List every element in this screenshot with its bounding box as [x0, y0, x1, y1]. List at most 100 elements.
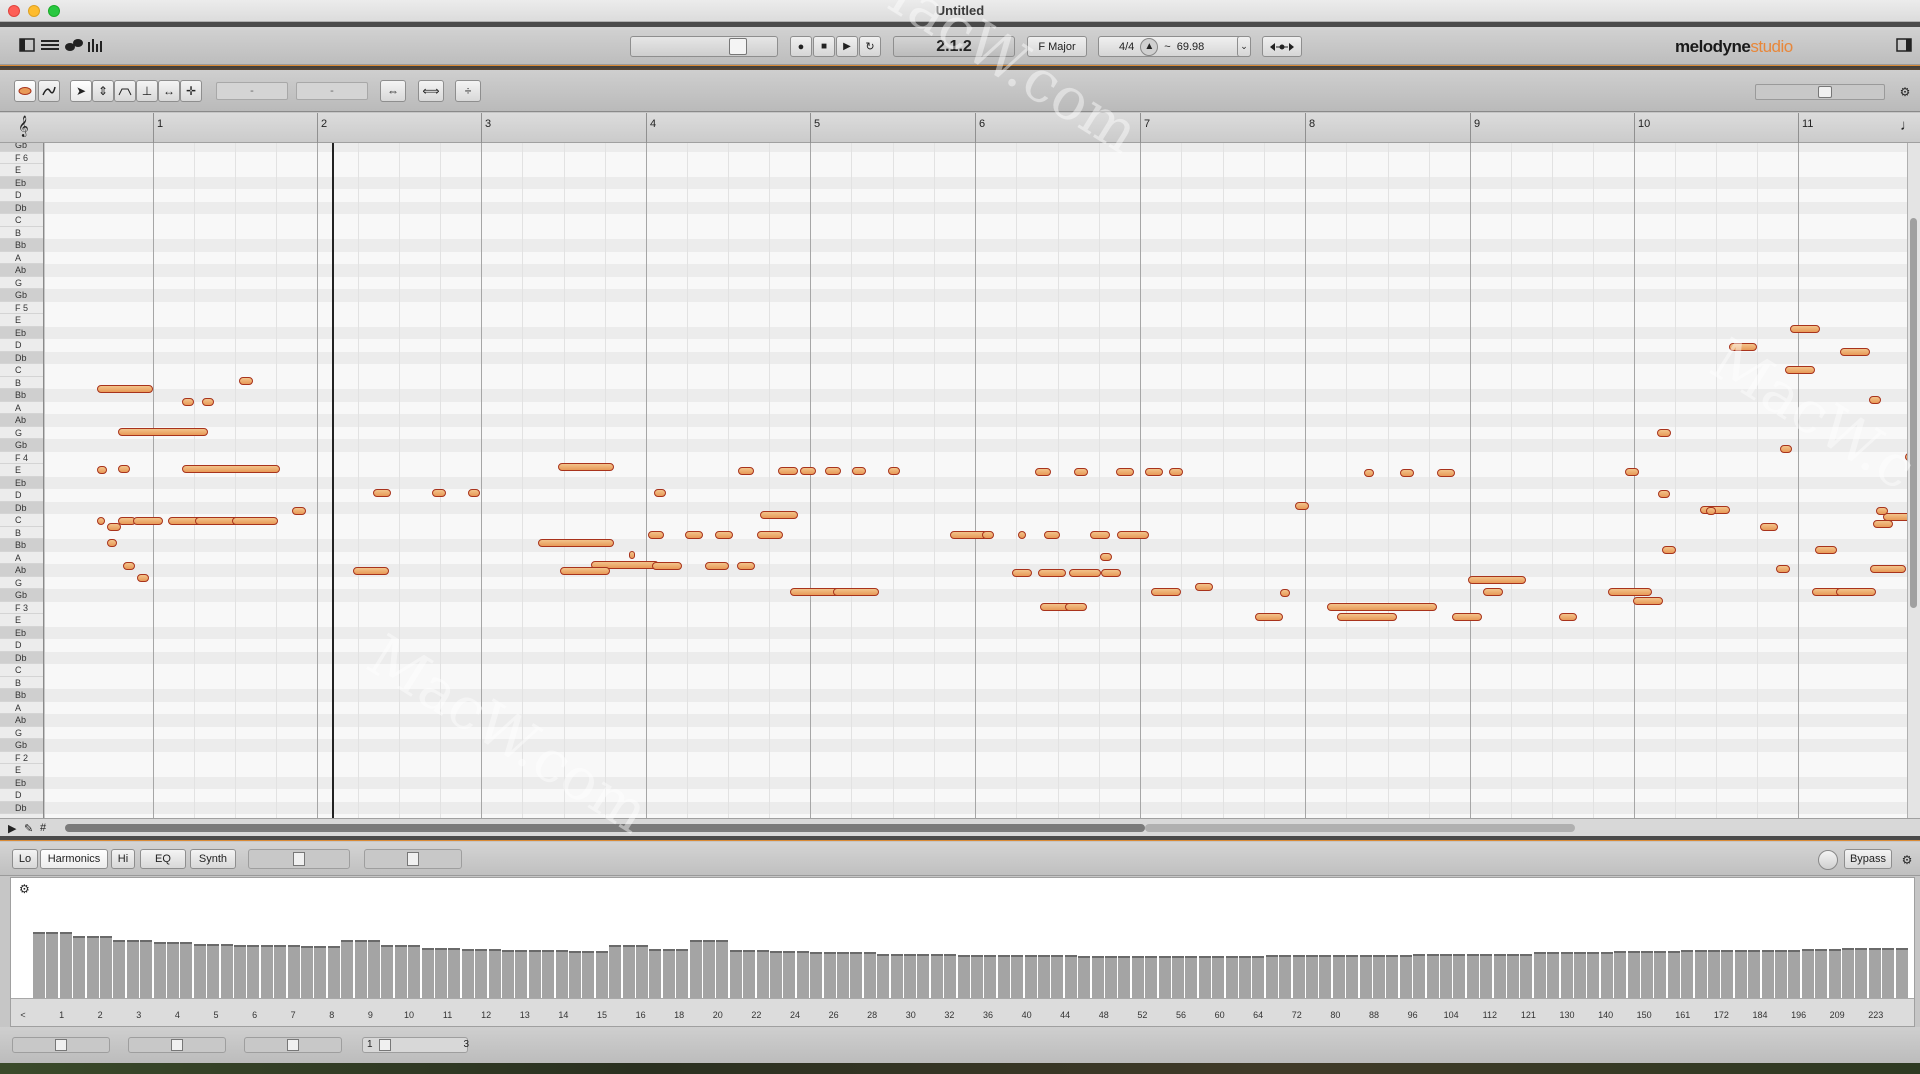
pitch-key[interactable]: Eb [0, 176, 43, 189]
harmonic-bar[interactable] [542, 950, 555, 998]
pitch-key[interactable]: Eb [0, 776, 43, 789]
note-blob[interactable] [232, 517, 278, 525]
harmonic-bar[interactable] [1775, 950, 1787, 998]
pitch-key[interactable]: G [0, 427, 43, 439]
ruler-bar-number[interactable]: 2 [321, 118, 327, 130]
harmonic-bar[interactable] [100, 936, 112, 998]
harmonic-bar[interactable] [863, 952, 876, 998]
note-blob[interactable] [1876, 507, 1888, 515]
ruler-bar-number[interactable]: 1 [157, 118, 163, 130]
note-blob[interactable] [123, 562, 135, 570]
harmonic-bar[interactable] [1145, 956, 1158, 998]
harmonic-bar[interactable] [609, 945, 622, 998]
harmonic-bar[interactable] [421, 948, 434, 998]
harmonic-mode-thumb[interactable] [293, 852, 305, 866]
harmonic-filter-thumb[interactable] [407, 852, 419, 866]
pitch-key[interactable]: E [0, 614, 43, 627]
note-blob[interactable] [778, 467, 798, 475]
ruler-bar-number[interactable]: 3 [485, 118, 491, 130]
harmonic-bar[interactable] [1627, 951, 1640, 998]
note-blob[interactable] [1116, 468, 1134, 476]
note-blob[interactable] [1280, 589, 1290, 597]
harmonic-bar[interactable] [1453, 954, 1466, 998]
ruler-bar-number[interactable]: 8 [1309, 118, 1315, 130]
harmonic-bar[interactable] [327, 946, 340, 998]
panel-separator[interactable] [0, 836, 1920, 841]
harmonic-bar[interactable] [1493, 954, 1506, 998]
note-blob[interactable] [1836, 588, 1876, 596]
harmonic-bar[interactable] [354, 940, 367, 998]
note-blob[interactable] [292, 507, 306, 515]
pitch-key[interactable]: Ab [0, 564, 43, 577]
pitch-key[interactable]: Gb [0, 739, 43, 752]
note-blob[interactable] [888, 467, 900, 475]
pitch-tool-icon[interactable]: ⇕ [92, 80, 114, 102]
harmonic-bar[interactable] [1882, 948, 1895, 998]
tempo-detect-icon[interactable] [1262, 36, 1302, 57]
harmonic-bar[interactable] [488, 949, 501, 998]
pitch-key[interactable]: B [0, 227, 43, 239]
note-blob[interactable] [652, 562, 682, 570]
pitch-key[interactable]: Db [0, 351, 43, 364]
note-blob[interactable] [825, 467, 841, 475]
note-blob[interactable] [1658, 490, 1670, 498]
pitch-key[interactable]: C [0, 364, 43, 377]
pitch-key[interactable]: Bb [0, 539, 43, 552]
note-blob[interactable] [97, 517, 105, 525]
harmonic-bar[interactable] [1507, 954, 1519, 998]
note-blob[interactable] [757, 531, 783, 539]
harmonic-bar[interactable] [1466, 954, 1479, 998]
harmonic-bar[interactable] [234, 945, 246, 998]
harmonic-bar[interactable] [1681, 950, 1694, 998]
pitch-key[interactable]: Bb [0, 389, 43, 402]
note-blob[interactable] [182, 398, 194, 406]
harmonic-bar[interactable] [1734, 950, 1747, 998]
harmonic-bar[interactable] [153, 942, 166, 998]
harmonic-bar[interactable] [448, 948, 461, 998]
harmonic-bar[interactable] [1547, 952, 1560, 998]
note-blob[interactable] [133, 517, 163, 525]
harmonic-bar[interactable] [1721, 950, 1734, 998]
note-blob[interactable] [982, 531, 994, 539]
gear-icon[interactable]: ⚙ [1896, 83, 1914, 101]
note-blob[interactable] [1327, 603, 1437, 611]
harmonic-bar[interactable] [622, 945, 635, 998]
harmonic-bar[interactable] [1011, 955, 1024, 998]
pitch-ruler[interactable]: Gb F 6 E Eb D Db C B Bb A Ab G Gb F 5 E Eb D Db C B Bb A Ab G Gb… [0, 143, 44, 818]
harmonic-filter-group[interactable] [364, 849, 462, 869]
note-blob[interactable] [1364, 469, 1374, 477]
harmonic-bar[interactable] [1265, 955, 1278, 998]
note-blob[interactable] [1074, 468, 1088, 476]
note-blob[interactable] [1869, 396, 1881, 404]
note-blob[interactable] [1069, 569, 1101, 577]
harmonic-bar[interactable] [1708, 950, 1720, 998]
harmonic-bar[interactable] [1641, 951, 1653, 998]
harmonic-bar[interactable] [247, 945, 260, 998]
pitch-key[interactable]: C [0, 514, 43, 527]
note-blob[interactable] [1608, 588, 1652, 596]
harmonic-bar[interactable] [810, 952, 823, 998]
harmonic-bar[interactable] [569, 951, 581, 998]
harmonic-bar[interactable] [140, 940, 153, 998]
note-blob[interactable] [800, 467, 816, 475]
pitch-key[interactable]: Eb [0, 476, 43, 489]
harmonic-bar[interactable] [1225, 956, 1238, 998]
harmonic-bar[interactable] [944, 954, 957, 998]
harmonic-bar[interactable] [890, 954, 903, 998]
ruler-bar-number[interactable]: 10 [1638, 118, 1650, 130]
harmonics-spectrum[interactable]: ⚙ <1 2 3 4 5 6 7 8 9 10 11 12 13 14 15 16 18 20 22 24 26 28 30… [10, 877, 1915, 1027]
footer-slider-1[interactable] [12, 1037, 110, 1053]
note-blob[interactable] [1729, 343, 1757, 351]
note-blob[interactable] [648, 531, 664, 539]
tab-harmonics[interactable]: Harmonics [40, 849, 108, 869]
note-blob[interactable] [1101, 569, 1121, 577]
harmonic-bar[interactable] [1868, 948, 1881, 998]
harmonic-bar[interactable] [1386, 955, 1399, 998]
harmonic-bar[interactable] [716, 940, 729, 998]
harmonic-bar[interactable] [461, 949, 474, 998]
note-blob[interactable] [1559, 613, 1577, 621]
harmonic-bar[interactable] [314, 946, 327, 998]
harmonic-bar[interactable] [823, 952, 836, 998]
pitch-key[interactable]: Ab [0, 264, 43, 277]
harmonic-bar[interactable] [1788, 950, 1801, 998]
